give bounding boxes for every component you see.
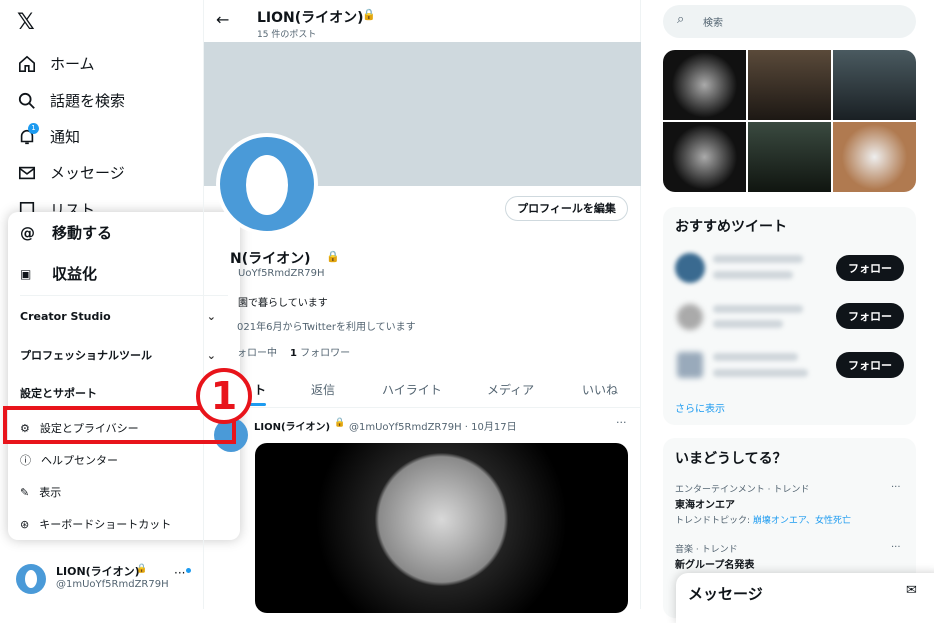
media-thumb[interactable] xyxy=(748,50,831,120)
trends-title: いまどうしてる？ xyxy=(675,451,787,467)
x-logo[interactable]: 𝕏 xyxy=(17,10,35,35)
user-avatar xyxy=(677,304,703,330)
follow-button[interactable]: フォロー xyxy=(836,352,904,378)
tab-replies[interactable]: 返信 xyxy=(311,381,335,398)
menu-keyboard-shortcuts[interactable]: ⊛ キーボードショートカット xyxy=(20,516,171,532)
follow-button[interactable]: フォロー xyxy=(836,255,904,281)
media-thumb[interactable] xyxy=(833,50,916,120)
messages-drawer[interactable]: メッセージ ✉ xyxy=(676,573,934,623)
menu-creator-studio[interactable]: Creator Studio ⌄ xyxy=(20,310,228,323)
avatar xyxy=(16,564,46,594)
tab-highlights[interactable]: ハイライト xyxy=(382,381,442,398)
tweet-meta: @1mUoYf5RmdZR79H · 10月17日 xyxy=(349,422,517,433)
menu-help-center[interactable]: ⓘ ヘルプセンター xyxy=(20,452,118,468)
display-icon: ✎ xyxy=(20,485,30,499)
money-icon: ▣ xyxy=(20,266,32,281)
lock-icon: 🔒 xyxy=(362,8,376,21)
mail-icon xyxy=(18,166,36,179)
recommend-title: おすすめツイート xyxy=(675,219,787,235)
search-icon xyxy=(18,92,35,109)
trend-category: エンターテインメント · トレンド xyxy=(675,485,810,495)
profile-name: N(ライオン) xyxy=(230,251,311,267)
notification-badge: 1 xyxy=(28,123,39,134)
more-icon[interactable]: ··· xyxy=(174,566,185,580)
divider xyxy=(204,407,640,408)
header-title: LION(ライオン) xyxy=(257,10,364,26)
show-more-link[interactable]: さらに表示 xyxy=(675,400,725,415)
profile-column: ← LION(ライオン) 🔒 15 件のポスト プロフィールを編集 N(ライオン… xyxy=(203,0,641,613)
menu-item-move[interactable]: @ 移動する xyxy=(20,222,112,243)
user-avatar xyxy=(677,352,703,378)
trend-more-icon[interactable]: ··· xyxy=(891,542,901,553)
lock-icon: 🔒 xyxy=(326,250,340,263)
search-bar[interactable]: ⌕ 検索 xyxy=(663,5,916,38)
tab-media[interactable]: メディア xyxy=(487,381,534,398)
tweet-author[interactable]: LION(ライオン) xyxy=(254,418,330,433)
unread-dot xyxy=(186,568,191,573)
menu-pro-tools[interactable]: プロフェッショナルツール ⌄ xyxy=(20,347,228,363)
trend-more-icon[interactable]: ··· xyxy=(891,482,901,493)
trend-topics: トレンドトピック: 崩壊オンエア、女性死亡 xyxy=(675,516,852,526)
media-thumb[interactable] xyxy=(833,122,916,192)
post-count: 15 件のポスト xyxy=(257,30,317,40)
messages-title: メッセージ xyxy=(688,585,763,603)
account-name: LION(ライオン) xyxy=(56,565,140,578)
menu-item-monetize[interactable]: ▣ 収益化 xyxy=(20,263,97,284)
search-placeholder: 検索 xyxy=(703,18,723,29)
tab-likes[interactable]: いいね xyxy=(582,381,618,398)
following-link[interactable]: ォロー中 xyxy=(237,344,277,359)
trend-item[interactable]: 東海オンエア xyxy=(675,496,735,511)
media-thumb[interactable] xyxy=(663,122,746,192)
nav-messages[interactable]: メッセージ xyxy=(18,162,125,183)
follow-button[interactable]: フォロー xyxy=(836,303,904,329)
nav-explore[interactable]: 話題を検索 xyxy=(18,90,125,111)
divider xyxy=(20,295,228,296)
joined-date: 021年6月からTwitterを利用しています xyxy=(237,322,416,333)
media-grid[interactable] xyxy=(663,50,916,192)
profile-bio: 園で暮らしています xyxy=(238,298,328,309)
new-message-icon[interactable]: ✉ xyxy=(906,583,917,598)
search-icon: ⌕ xyxy=(677,12,685,27)
step-number-badge: 1 xyxy=(196,368,252,424)
home-icon xyxy=(18,55,36,72)
keyboard-icon: ⊛ xyxy=(20,517,30,531)
tweet-image[interactable] xyxy=(255,443,628,613)
at-icon: @ xyxy=(20,223,35,242)
account-handle: @1mUoYf5RmdZR79H xyxy=(56,579,169,590)
lock-icon: 🔒 xyxy=(136,564,148,574)
followers-link[interactable]: 1 フォロワー xyxy=(290,344,350,359)
lock-icon: 🔒 xyxy=(334,418,346,428)
account-switcher[interactable]: LION(ライオン) 🔒 @1mUoYf5RmdZR79H ··· xyxy=(16,562,196,596)
tab-posts[interactable]: ト xyxy=(254,381,266,398)
media-thumb[interactable] xyxy=(663,50,746,120)
tweet-more-icon[interactable]: ··· xyxy=(616,416,627,429)
menu-settings-support[interactable]: 設定とサポート xyxy=(20,385,97,401)
profile-handle: UoYf5RmdZR79H xyxy=(238,268,325,279)
trend-item[interactable]: 新グループ名発表 xyxy=(675,556,754,571)
nav-home[interactable]: ホーム xyxy=(18,53,95,74)
help-icon: ⓘ xyxy=(20,454,31,467)
media-thumb[interactable] xyxy=(748,122,831,192)
recommended-tweets: おすすめツイート フォロー フォロー フォロー さらに表示 xyxy=(663,207,916,425)
menu-display[interactable]: ✎ 表示 xyxy=(20,484,61,500)
back-arrow-icon[interactable]: ← xyxy=(216,10,229,29)
user-avatar xyxy=(675,253,705,283)
profile-avatar[interactable] xyxy=(216,133,318,235)
edit-profile-button[interactable]: プロフィールを編集 xyxy=(505,196,628,221)
trend-category: 音楽 · トレンド xyxy=(675,545,738,555)
